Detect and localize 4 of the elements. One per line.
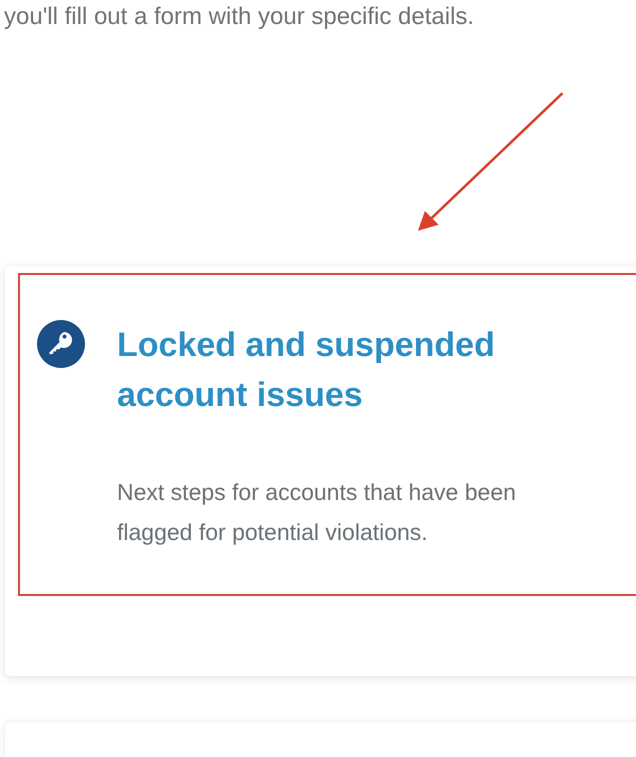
card-title[interactable]: Locked and suspended account issues: [117, 320, 567, 420]
key-icon: [37, 320, 85, 368]
card-description: Next steps for accounts that have been flagged for potential violations.: [117, 478, 517, 547]
intro-text: you'll fill out a form with your specific details.: [3, 2, 476, 32]
